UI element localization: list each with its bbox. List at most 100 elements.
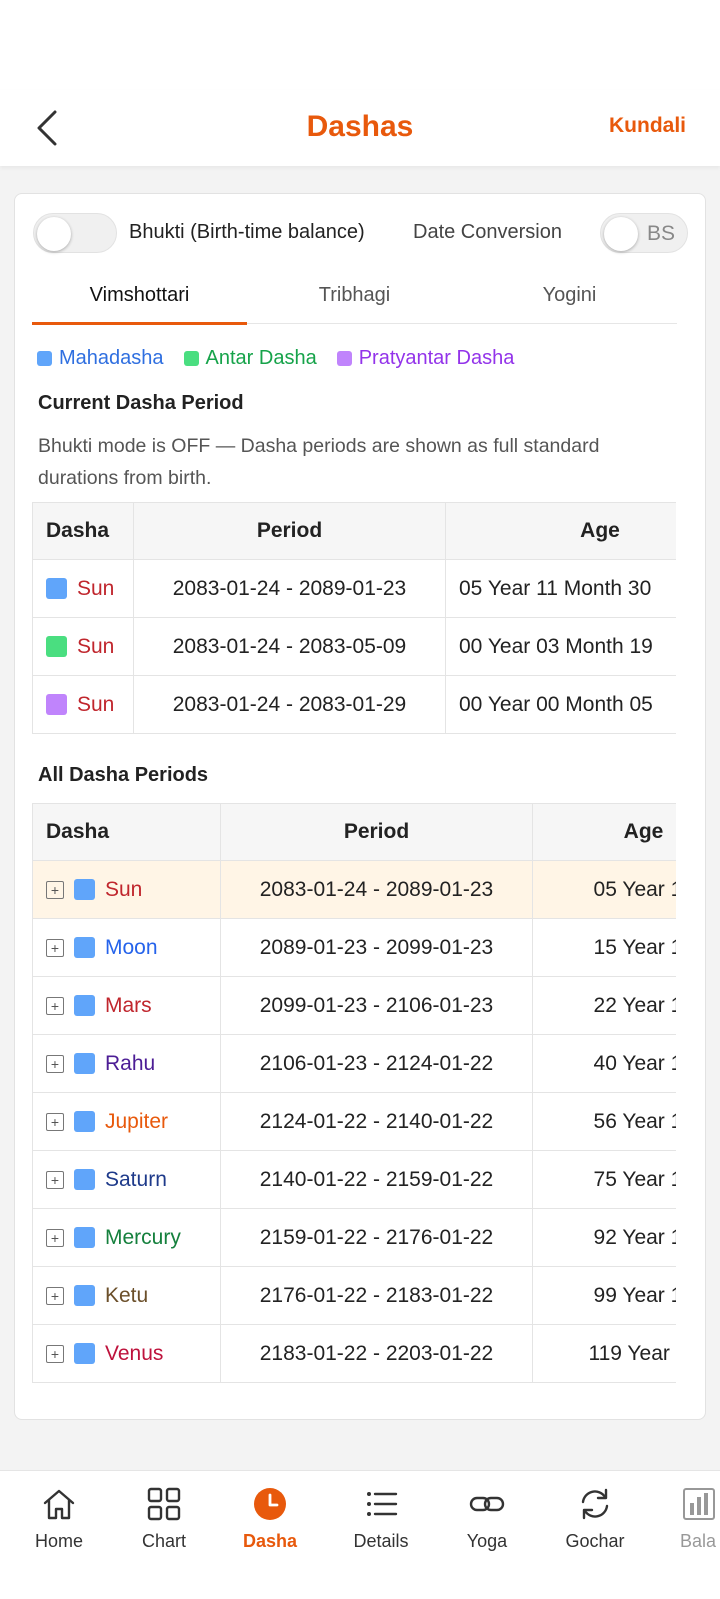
nav-gochar[interactable]: Gochar bbox=[545, 1485, 645, 1552]
period-cell: 2140-01-22 - 2159-01-22 bbox=[220, 1150, 533, 1209]
mahadasha-swatch bbox=[74, 1285, 95, 1306]
table-header-row: Dasha Period Age bbox=[32, 502, 676, 560]
expand-icon[interactable]: + bbox=[46, 1228, 64, 1247]
planet-name: Sun bbox=[77, 576, 115, 600]
age-cell: 40 Year 11 bbox=[532, 1034, 676, 1093]
expand-icon[interactable]: + bbox=[46, 1344, 64, 1363]
table-row[interactable]: + Ketu 2176-01-22 - 2183-01-22 99 Year 11 bbox=[32, 1266, 676, 1325]
period-cell: 2159-01-22 - 2176-01-22 bbox=[220, 1208, 533, 1267]
col-header-period: Period bbox=[220, 803, 533, 861]
nav-home[interactable]: Home bbox=[9, 1485, 109, 1552]
nav-details[interactable]: Details bbox=[331, 1485, 431, 1552]
table-row: Sun 2083-01-24 - 2089-01-23 05 Year 11 M… bbox=[32, 559, 676, 618]
age-cell: 92 Year 11 bbox=[532, 1208, 676, 1267]
bar-chart-icon bbox=[683, 1488, 715, 1520]
status-bar bbox=[0, 0, 720, 90]
mahadasha-swatch bbox=[46, 578, 67, 599]
home-icon bbox=[43, 1489, 75, 1520]
current-dasha-table: Dasha Period Age Sun 2083-01-24 - 2089-0… bbox=[32, 502, 676, 734]
nav-label: Chart bbox=[141, 1531, 186, 1551]
planet-name: Venus bbox=[105, 1341, 164, 1365]
dasha-cell: Sun bbox=[32, 675, 134, 734]
col-header-age: Age bbox=[532, 803, 676, 861]
mahadasha-swatch bbox=[74, 1343, 95, 1364]
planet-name: Mars bbox=[105, 993, 152, 1017]
mahadasha-swatch bbox=[74, 995, 95, 1016]
dasha-cell: Sun bbox=[32, 559, 134, 618]
expand-icon[interactable]: + bbox=[46, 1286, 64, 1305]
planet-name: Jupiter bbox=[105, 1109, 169, 1133]
col-header-period: Period bbox=[133, 502, 446, 560]
dasha-cell: + Sun bbox=[32, 860, 221, 919]
dasha-cell: + Jupiter bbox=[32, 1092, 221, 1151]
age-cell: 05 Year 11 bbox=[532, 860, 676, 919]
age-cell: 00 Year 03 Month 19 bbox=[445, 617, 676, 676]
sync-icon bbox=[581, 1488, 609, 1520]
nav-yoga[interactable]: Yoga bbox=[437, 1485, 537, 1552]
nav-bala[interactable]: Bala bbox=[650, 1485, 720, 1552]
pratyantar-dasha-swatch bbox=[46, 694, 67, 715]
dasha-cell: Sun bbox=[32, 617, 134, 676]
mahadasha-swatch bbox=[74, 1053, 95, 1074]
nav-dasha[interactable]: Dasha bbox=[220, 1485, 320, 1552]
nav-label: Gochar bbox=[565, 1531, 625, 1551]
planet-name: Sun bbox=[105, 877, 143, 901]
table-row[interactable]: + Moon 2089-01-23 - 2099-01-23 15 Year 11 bbox=[32, 918, 676, 977]
table-row[interactable]: + Mercury 2159-01-22 - 2176-01-22 92 Year… bbox=[32, 1208, 676, 1267]
clock-icon bbox=[254, 1488, 286, 1520]
bottom-nav: Home Chart Dasha Details Yoga Gochar Bal… bbox=[0, 1470, 720, 1599]
planet-name: Mercury bbox=[105, 1225, 181, 1249]
age-cell: 99 Year 11 bbox=[532, 1266, 676, 1325]
col-header-dasha: Dasha bbox=[32, 803, 221, 861]
age-cell: 22 Year 11 bbox=[532, 976, 676, 1035]
back-button[interactable] bbox=[26, 106, 66, 150]
expand-icon[interactable]: + bbox=[46, 880, 64, 899]
table-row[interactable]: + Mars 2099-01-23 - 2106-01-23 22 Year 11 bbox=[32, 976, 676, 1035]
expand-icon[interactable]: + bbox=[46, 938, 64, 957]
expand-icon[interactable]: + bbox=[46, 996, 64, 1015]
table-row[interactable]: + Rahu 2106-01-23 - 2124-01-22 40 Year 11 bbox=[32, 1034, 676, 1093]
table-header-row: Dasha Period Age bbox=[32, 803, 676, 861]
nav-label: Details bbox=[353, 1531, 409, 1551]
grid-icon bbox=[147, 1487, 181, 1521]
expand-icon[interactable]: + bbox=[46, 1170, 64, 1189]
kundali-link[interactable]: Kundali bbox=[609, 114, 686, 138]
list-icon bbox=[367, 1492, 398, 1516]
dasha-cell: + Moon bbox=[32, 918, 221, 977]
all-dasha-title: All Dasha Periods bbox=[38, 764, 209, 786]
link-icon bbox=[469, 1496, 505, 1512]
expand-icon[interactable]: + bbox=[46, 1054, 64, 1073]
nav-chart[interactable]: Chart bbox=[114, 1485, 214, 1552]
antar-dasha-swatch bbox=[46, 636, 67, 657]
table-row[interactable]: + Venus 2183-01-22 - 2203-01-22 119 Year … bbox=[32, 1324, 676, 1383]
nav-label: Bala bbox=[680, 1531, 717, 1551]
nav-label: Home bbox=[34, 1531, 83, 1551]
table-row[interactable]: + Saturn 2140-01-22 - 2159-01-22 75 Year … bbox=[32, 1150, 676, 1209]
planet-name: Moon bbox=[105, 935, 158, 959]
period-cell: 2083-01-24 - 2089-01-23 bbox=[220, 860, 533, 919]
planet-name: Ketu bbox=[105, 1283, 149, 1307]
age-cell: 75 Year 11 bbox=[532, 1150, 676, 1209]
age-cell: 05 Year 11 Month 30 bbox=[445, 559, 676, 618]
table-row: Sun 2083-01-24 - 2083-05-09 00 Year 03 M… bbox=[32, 617, 676, 676]
nav-label: Dasha bbox=[242, 1531, 298, 1551]
tables-clip: Dasha Period Age Sun 2083-01-24 - 2089-0… bbox=[15, 194, 676, 1419]
table-row[interactable]: + Sun 2083-01-24 - 2089-01-23 05 Year 11 bbox=[32, 860, 676, 919]
chevron-left-icon bbox=[37, 110, 57, 146]
dasha-card: Bhukti (Birth-time balance) Date Convers… bbox=[14, 193, 706, 1420]
dasha-cell: + Mars bbox=[32, 976, 221, 1035]
planet-name: Rahu bbox=[105, 1051, 156, 1075]
period-cell: 2083-01-24 - 2083-05-09 bbox=[133, 617, 446, 676]
table-row: Sun 2083-01-24 - 2083-01-29 00 Year 00 M… bbox=[32, 675, 676, 734]
expand-icon[interactable]: + bbox=[46, 1112, 64, 1131]
planet-name: Sun bbox=[77, 634, 115, 658]
planet-name: Saturn bbox=[105, 1167, 167, 1191]
period-cell: 2176-01-22 - 2183-01-22 bbox=[220, 1266, 533, 1325]
dasha-cell: + Ketu bbox=[32, 1266, 221, 1325]
age-cell: 56 Year 11 bbox=[532, 1092, 676, 1151]
period-cell: 2124-01-22 - 2140-01-22 bbox=[220, 1092, 533, 1151]
dasha-cell: + Rahu bbox=[32, 1034, 221, 1093]
table-row[interactable]: + Jupiter 2124-01-22 - 2140-01-22 56 Year… bbox=[32, 1092, 676, 1151]
mahadasha-swatch bbox=[74, 1227, 95, 1248]
mahadasha-swatch bbox=[74, 1169, 95, 1190]
